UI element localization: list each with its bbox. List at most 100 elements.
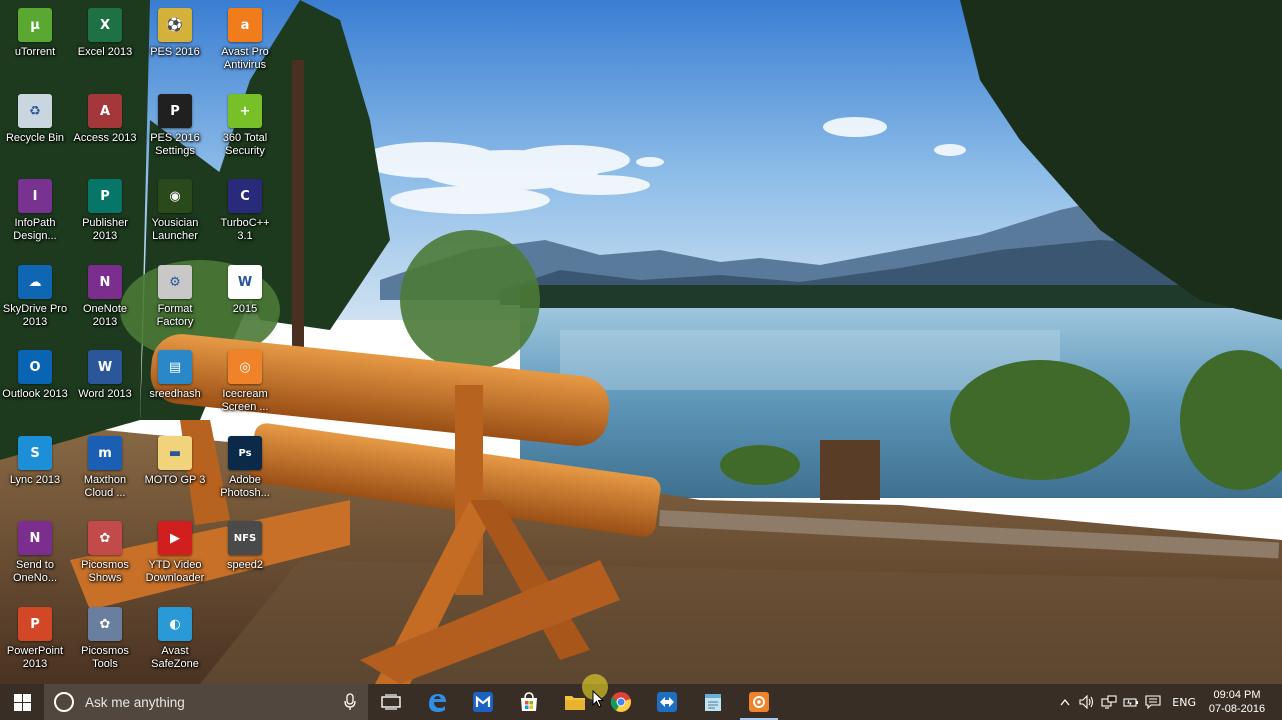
desktop-icon-pes[interactable]: ⚽ PES 2016 <box>140 4 210 88</box>
show-hidden-icons-button[interactable] <box>1054 684 1076 720</box>
task-view-button[interactable] <box>368 684 414 720</box>
volume-button[interactable] <box>1076 684 1098 720</box>
speaker-icon <box>1079 695 1094 709</box>
desktop-icon-label: MOTO GP 3 <box>144 474 206 486</box>
desktop-icon-label: Picosmos Tools <box>81 645 129 670</box>
icecream-recorder-button[interactable] <box>736 684 782 720</box>
desktop-icon-label: speed2 <box>226 559 264 571</box>
desktop-icon-utorrent[interactable]: µ uTorrent <box>0 4 70 88</box>
action-center-button[interactable] <box>1142 684 1164 720</box>
desktop-icon-onenote[interactable]: N OneNote 2013 <box>70 261 140 345</box>
desktop-icon-label: PowerPoint 2013 <box>6 645 64 670</box>
nfs-icon: NFS <box>228 521 262 555</box>
maxthon-icon: m <box>88 436 122 470</box>
word-document-icon: W <box>228 265 262 299</box>
desktop-icon-avast[interactable]: a Avast Pro Antivirus <box>210 4 280 88</box>
cortana-search-box[interactable]: Ask me anything <box>44 684 368 720</box>
store-button[interactable] <box>506 684 552 720</box>
powerpoint-icon: P <box>18 607 52 641</box>
teamviewer-icon <box>657 692 677 712</box>
desktop-icon-label: Publisher 2013 <box>82 217 128 242</box>
clock[interactable]: 09:04 PM 07-08-2016 <box>1204 688 1270 716</box>
desktop-icon-skydrive[interactable]: ☁ SkyDrive Pro 2013 <box>0 261 70 345</box>
desktop-icon-infopath[interactable]: I InfoPath Design... <box>0 175 70 259</box>
desktop-icon-ytd[interactable]: ▶ YTD Video Downloader <box>140 517 210 601</box>
pes-settings-icon: P <box>158 94 192 128</box>
desktop-icon-label: Picosmos Shows <box>81 559 129 584</box>
user-folder-icon: ▤ <box>158 350 192 384</box>
message-icon <box>1145 695 1161 709</box>
clock-date: 07-08-2016 <box>1208 703 1266 715</box>
desktop-icon-label: Send to OneNo... <box>12 559 58 584</box>
desktop-icon-nfs[interactable]: NFS speed2 <box>210 517 280 601</box>
avast-safezone-icon: ◐ <box>158 607 192 641</box>
desktop-icon-label: InfoPath Design... <box>13 217 57 242</box>
lync-icon: S <box>18 436 52 470</box>
360-security-icon: + <box>228 94 262 128</box>
search-placeholder: Ask me anything <box>85 694 185 710</box>
maxthon-taskbar-button[interactable] <box>460 684 506 720</box>
desktop-icon-label: 360 Total Security <box>222 132 268 157</box>
desktop-icon-360-security[interactable]: +360 Total Security <box>210 90 280 174</box>
chrome-button[interactable] <box>582 674 644 720</box>
desktop-icon-yousician[interactable]: ◉ Yousician Launcher <box>140 175 210 259</box>
desktop-icon-publisher[interactable]: P Publisher 2013 <box>70 175 140 259</box>
turboc-icon: C <box>228 179 262 213</box>
notepad-icon <box>705 694 721 711</box>
desktop-icon-photoshop[interactable]: Ps Adobe Photosh... <box>210 432 280 516</box>
desktop-icon-label: PES 2016 Settings <box>150 132 200 157</box>
desktop-icon-word[interactable]: W Word 2013 <box>70 346 140 430</box>
task-view-icon <box>381 694 401 710</box>
desktop-icon-outlook[interactable]: O Outlook 2013 <box>0 346 70 430</box>
cortana-icon <box>54 692 74 712</box>
desktop-icon-label: Lync 2013 <box>9 474 61 486</box>
store-icon <box>521 692 537 711</box>
maxthon-icon <box>473 692 493 712</box>
desktop-icon-folder[interactable]: ▬ MOTO GP 3 <box>140 432 210 516</box>
desktop-icon-turboc[interactable]: C TurboC++ 3.1 <box>210 175 280 259</box>
desktop-icon-pes-settings[interactable]: P PES 2016 Settings <box>140 90 210 174</box>
desktop-icon-label: SkyDrive Pro 2013 <box>2 303 68 328</box>
desktop-icon-picosmos-shows[interactable]: ✿ Picosmos Shows <box>70 517 140 601</box>
edge-icon <box>429 694 446 712</box>
desktop-icon-picosmos-tools[interactable]: ✿ Picosmos Tools <box>70 603 140 687</box>
clock-time: 09:04 PM <box>1213 689 1261 701</box>
desktop-icon-word-document[interactable]: W 2015 <box>210 261 280 345</box>
recycle-bin-icon: ♻ <box>18 94 52 128</box>
desktop-icon-label: Excel 2013 <box>77 46 133 58</box>
desktop-icon-label: Access 2013 <box>73 132 137 144</box>
access-icon: A <box>88 94 122 128</box>
notepad-button[interactable] <box>690 684 736 720</box>
desktop-icon-icecream[interactable]: ◎ Icecream Screen ... <box>210 346 280 430</box>
desktop-icon-label: OneNote 2013 <box>82 303 128 328</box>
desktop-icon-label: Yousician Launcher <box>151 217 199 242</box>
battery-button[interactable] <box>1120 684 1142 720</box>
desktop-icon-recycle-bin[interactable]: ♻ Recycle Bin <box>0 90 70 174</box>
microphone-icon[interactable] <box>344 693 356 711</box>
desktop-icon-lync[interactable]: S Lync 2013 <box>0 432 70 516</box>
desktop-icon-maxthon[interactable]: m Maxthon Cloud ... <box>70 432 140 516</box>
desktop-icon-excel[interactable]: X Excel 2013 <box>70 4 140 88</box>
folder-icon <box>565 696 585 710</box>
desktop-icon-label: uTorrent <box>14 46 56 58</box>
taskbar: Ask me anything ENG 09:04 PM 07-08-2016 <box>0 674 1282 720</box>
excel-icon: X <box>88 8 122 42</box>
desktop-icon-format-factory[interactable]: ⚙ Format Factory <box>140 261 210 345</box>
onenote-icon: N <box>88 265 122 299</box>
picosmos-shows-icon: ✿ <box>88 521 122 555</box>
desktop-icon-label: Avast SafeZone <box>151 645 199 670</box>
start-button[interactable] <box>0 684 44 720</box>
language-indicator[interactable]: ENG <box>1164 696 1204 709</box>
desktop-icon-powerpoint[interactable]: P PowerPoint 2013 <box>0 603 70 687</box>
desktop-icon-user-folder[interactable]: ▤ sreedhash <box>140 346 210 430</box>
format-factory-icon: ⚙ <box>158 265 192 299</box>
desktop-icon-access[interactable]: A Access 2013 <box>70 90 140 174</box>
network-button[interactable] <box>1098 684 1120 720</box>
edge-button[interactable] <box>414 684 460 720</box>
desktop-icon-label: sreedhash <box>149 388 201 400</box>
desktop-icon-send-onenote[interactable]: N Send to OneNo... <box>0 517 70 601</box>
teamviewer-button[interactable] <box>644 684 690 720</box>
desktop-icon-avast-safezone[interactable]: ◐ Avast SafeZone <box>140 603 210 687</box>
avast-icon: a <box>228 8 262 42</box>
desktop-icon-label: Outlook 2013 <box>2 388 68 400</box>
